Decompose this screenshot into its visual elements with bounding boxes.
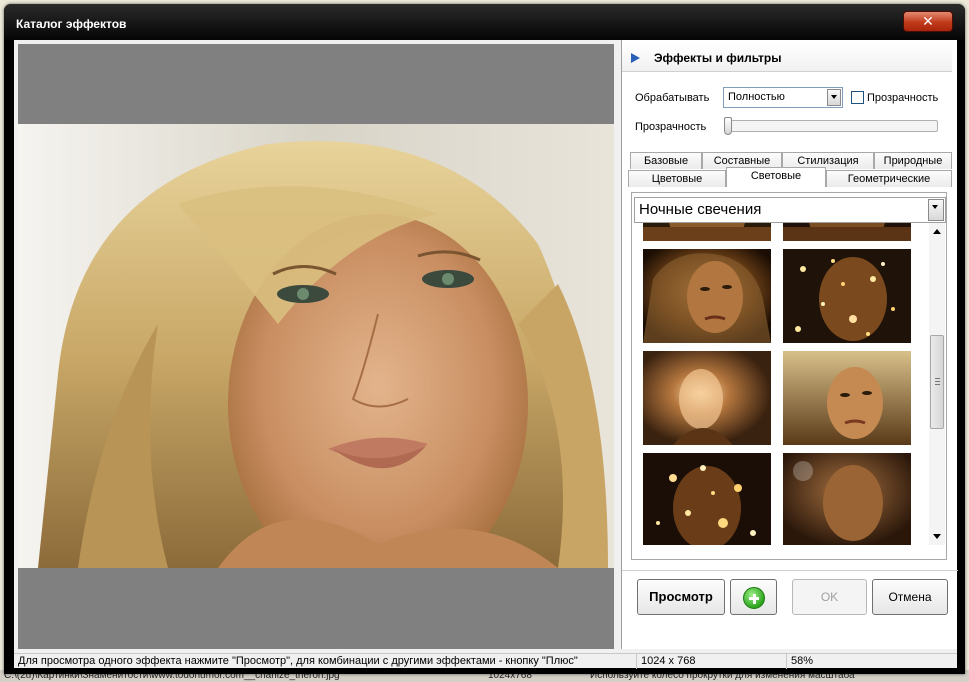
close-button[interactable]: ✕	[903, 11, 953, 32]
scroll-down-icon[interactable]	[933, 534, 941, 539]
thumbnail-image	[783, 223, 911, 241]
thumbnail-image	[643, 223, 771, 241]
window-title: Каталог эффектов	[16, 17, 127, 31]
chevron-down-icon[interactable]	[928, 199, 944, 221]
effect-thumbnail[interactable]	[783, 249, 911, 343]
effect-thumbnail[interactable]	[783, 351, 911, 445]
chevron-down-icon[interactable]	[827, 89, 841, 106]
effects-catalog-window: Каталог эффектов ✕ Эффекты и фильтры Обр…	[4, 4, 965, 674]
panel-header: Эффекты и фильтры	[622, 44, 952, 72]
tab-geometric[interactable]: Геометрические	[826, 170, 952, 187]
panel-title: Эффекты и фильтры	[654, 51, 782, 65]
effect-thumbnail[interactable]	[643, 453, 771, 545]
effect-thumbnail[interactable]	[783, 223, 911, 241]
effect-thumbnail[interactable]	[643, 351, 771, 445]
scrollbar-thumb[interactable]	[930, 335, 944, 429]
plus-circle-icon	[743, 587, 765, 609]
portrait-photo	[18, 124, 614, 568]
title-bar[interactable]: Каталог эффектов ✕	[4, 4, 965, 40]
add-effect-button[interactable]	[730, 579, 777, 615]
status-hint: Для просмотра одного эффекта нажмите "Пр…	[18, 655, 578, 667]
effects-panel: Эффекты и фильтры Обрабатывать Полностью…	[621, 40, 958, 649]
status-bar: Для просмотра одного эффекта нажмите "Пр…	[14, 653, 957, 669]
transparency-slider-label: Прозрачность	[635, 121, 707, 133]
thumbnail-image	[643, 351, 771, 445]
effect-thumbnail[interactable]	[643, 249, 771, 343]
thumbnails-scrollbar[interactable]	[929, 223, 945, 545]
effect-thumbnail[interactable]	[783, 453, 911, 545]
preview-image	[18, 124, 614, 568]
effect-type-value: Ночные свечения	[639, 201, 762, 218]
window-client-area: Эффекты и фильтры Обрабатывать Полностью…	[14, 40, 958, 669]
status-dimensions: 1024 x 768	[636, 654, 786, 669]
process-mode-value: Полностью	[728, 91, 785, 103]
transparency-checkbox-label[interactable]: Прозрачность	[867, 92, 938, 104]
tab-color[interactable]: Цветовые	[628, 170, 726, 187]
scroll-up-icon[interactable]	[933, 229, 941, 234]
tab-light[interactable]: Световые	[726, 167, 826, 187]
transparency-slider-thumb[interactable]	[724, 117, 732, 135]
thumbnail-image	[643, 453, 771, 545]
transparency-slider-track[interactable]	[724, 120, 938, 132]
thumbnail-image	[783, 249, 911, 343]
thumbnail-image	[783, 453, 911, 545]
grip-line	[935, 378, 940, 379]
grip-line	[935, 384, 940, 385]
tab-natural[interactable]: Природные	[874, 152, 952, 169]
cancel-button[interactable]: Отмена	[872, 579, 948, 615]
preview-area	[18, 44, 614, 649]
process-mode-select[interactable]: Полностью	[723, 87, 843, 108]
grip-line	[935, 381, 940, 382]
transparency-checkbox[interactable]	[851, 91, 864, 104]
effect-thumbnails-grid	[633, 223, 929, 545]
effect-type-select[interactable]: Ночные свечения	[634, 197, 946, 223]
preview-button[interactable]: Просмотр	[637, 579, 725, 615]
arrow-right-icon	[631, 53, 640, 63]
thumbnail-image	[643, 249, 771, 343]
effects-list-frame: Ночные свечения	[631, 192, 947, 560]
effect-thumbnail[interactable]	[643, 223, 771, 241]
tab-basic[interactable]: Базовые	[630, 152, 702, 169]
ok-button[interactable]: OK	[792, 579, 867, 615]
close-icon: ✕	[922, 13, 934, 29]
action-buttons: Просмотр OK Отмена	[622, 570, 958, 632]
status-zoom: 58%	[786, 654, 957, 669]
thumbnail-image	[783, 351, 911, 445]
process-label: Обрабатывать	[635, 92, 710, 104]
